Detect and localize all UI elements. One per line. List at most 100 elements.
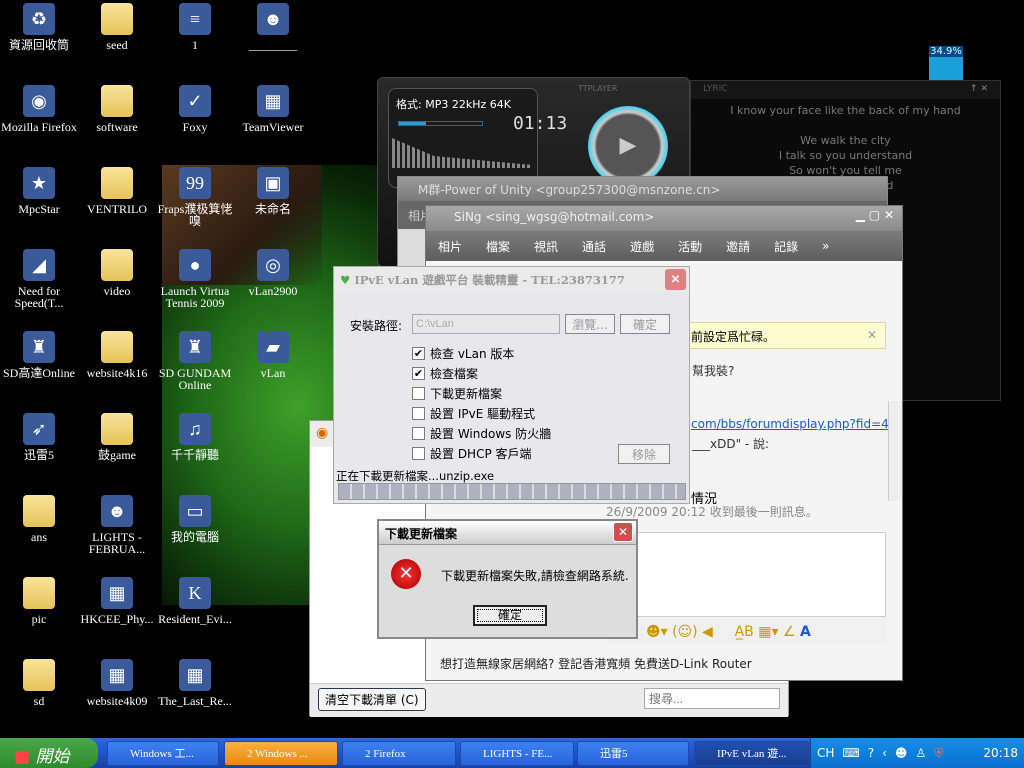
- checkbox-icon[interactable]: ✔: [412, 347, 425, 360]
- play-button[interactable]: ▶: [588, 106, 668, 186]
- checkbox-icon[interactable]: [412, 407, 425, 420]
- taskbar-item[interactable]: 2 Firefox: [342, 741, 456, 766]
- taskbar-item[interactable]: 2 Windows ...: [224, 741, 338, 766]
- desktop-icon[interactable]: ▦HKCEE_Phy...: [78, 577, 156, 625]
- status-text: 正在下載更新檔案...unzip.exe: [336, 468, 494, 484]
- checkbox-icon[interactable]: ✔: [412, 367, 425, 380]
- language-indicator[interactable]: CH: [817, 746, 834, 760]
- desktop-icon[interactable]: ▦website4k09: [78, 659, 156, 707]
- desktop-icon[interactable]: ▦TeamViewer: [234, 85, 312, 133]
- option-checkbox[interactable]: ✔檢查 vLan 版本: [412, 343, 551, 363]
- taskbar-item[interactable]: LIGHTS - FE...: [460, 741, 574, 766]
- folder-icon: [23, 577, 55, 609]
- option-checkbox[interactable]: ✔檢查檔案: [412, 363, 551, 383]
- desktop-icon[interactable]: ◢Need for Speed(T...: [0, 249, 78, 309]
- install-path-input[interactable]: [412, 314, 560, 334]
- remove-button[interactable]: 移除: [618, 444, 670, 464]
- toolbar-item[interactable]: »: [822, 239, 829, 253]
- message-input[interactable]: [606, 532, 886, 617]
- desktop-icon[interactable]: ▣未命名: [234, 167, 312, 215]
- desktop-icon[interactable]: ▰vLan: [234, 331, 312, 379]
- clear-downloads-button[interactable]: 清空下載清單 (C): [318, 688, 426, 711]
- option-checkbox[interactable]: 下載更新檔案: [412, 383, 551, 403]
- tray-expand-icon[interactable]: ‹: [882, 746, 887, 760]
- option-checkbox[interactable]: 設置 IPvE 驅動程式: [412, 403, 551, 423]
- browse-button[interactable]: 瀏覽...: [565, 314, 615, 334]
- path-label: 安裝路徑:: [350, 317, 402, 334]
- close-icon[interactable]: ✕: [867, 328, 877, 342]
- lyric-line: [691, 118, 1000, 133]
- toolbar-item[interactable]: 視訊: [534, 238, 558, 255]
- toolbar-item[interactable]: 檔案: [486, 238, 510, 255]
- format-toolbar[interactable]: ☻▾ (☺) ◀ ㅤ A̲B ▦▾ ∠ A: [606, 618, 886, 644]
- desktop-icon[interactable]: KResident_Evi...: [156, 577, 234, 625]
- desktop-icon[interactable]: ★MpcStar: [0, 167, 78, 215]
- checkbox-icon[interactable]: [412, 387, 425, 400]
- network-icon[interactable]: ♙: [915, 746, 926, 760]
- desktop-icon[interactable]: video: [78, 249, 156, 297]
- toolbar-item[interactable]: 相片: [438, 238, 462, 255]
- keyboard-icon[interactable]: ⌨: [842, 746, 859, 760]
- help-icon[interactable]: ?: [868, 746, 874, 760]
- lyric-line: I know your face like the back of my han…: [691, 103, 1000, 118]
- desktop-icon[interactable]: VENTRILO: [78, 167, 156, 215]
- option-checkbox[interactable]: 設置 DHCP 客戶端: [412, 443, 551, 463]
- toolbar-item[interactable]: 通話: [582, 238, 606, 255]
- security-icon[interactable]: ⛨: [934, 746, 943, 760]
- desktop-icon[interactable]: ♫千千靜聽: [156, 413, 234, 461]
- desktop-icon[interactable]: ◎vLan2900: [234, 249, 312, 297]
- installer-dialog[interactable]: ♥ IPvE vLan 遊戲平台 裝載精靈 - TEL:23873177 ✕ 安…: [333, 266, 690, 504]
- start-button[interactable]: ■ 開始: [0, 738, 98, 768]
- desktop-icon[interactable]: ♻資源回收筒: [0, 3, 78, 51]
- desktop-icon[interactable]: ans: [0, 495, 78, 543]
- ttplayer-tray-icon[interactable]: ☻: [895, 746, 908, 760]
- icon-label: 鼓game: [78, 449, 156, 461]
- checkbox-icon[interactable]: [412, 427, 425, 440]
- window-controls[interactable]: ▁ ▢ ✕: [856, 208, 894, 222]
- desktop-icon[interactable]: ✓Foxy: [156, 85, 234, 133]
- confirm-button[interactable]: 確定: [620, 314, 670, 334]
- desktop-icon[interactable]: ☻________: [234, 3, 312, 51]
- desktop-icon[interactable]: ♜SD高達Online: [0, 331, 78, 379]
- play-progress[interactable]: [399, 122, 426, 125]
- desktop-icon[interactable]: 鼓game: [78, 413, 156, 461]
- close-button[interactable]: ✕: [665, 269, 686, 290]
- chat-link[interactable]: com/bbs/forumdisplay.php?fid=4: [691, 417, 889, 431]
- error-dialog[interactable]: 下載更新檔案 ✕ ✕ 下載更新檔案失敗,請檢查網路系統. 確定: [377, 519, 638, 639]
- taskbar-item[interactable]: IPvE vLan 遊...: [694, 741, 810, 766]
- desktop-icon[interactable]: sd: [0, 659, 78, 707]
- desktop-icon[interactable]: software: [78, 85, 156, 133]
- desktop-icon[interactable]: ➶迅雷5: [0, 413, 78, 461]
- taskbar-item[interactable]: 迅雷5: [577, 741, 689, 766]
- desktop-icon[interactable]: pic: [0, 577, 78, 625]
- toolbar-item[interactable]: 遊戲: [630, 238, 654, 255]
- chat-scrollbar[interactable]: [888, 401, 902, 501]
- cpu-widget[interactable]: 34.9%: [929, 46, 963, 80]
- icon-label: website4k16: [78, 367, 156, 379]
- ok-button[interactable]: 確定: [473, 605, 547, 626]
- icon-label: 1: [156, 39, 234, 51]
- checkbox-icon[interactable]: [412, 447, 425, 460]
- toolbar-item[interactable]: 活動: [678, 238, 702, 255]
- desktop-icon[interactable]: ▭我的電腦: [156, 495, 234, 543]
- desktop-icon[interactable]: website4k16: [78, 331, 156, 379]
- lyric-controls[interactable]: ↑ ✕: [970, 84, 988, 96]
- desktop-icon[interactable]: seed: [78, 3, 156, 51]
- taskbar-item[interactable]: Windows 工...: [107, 741, 219, 766]
- ad-banner[interactable]: 想打造無線家居網絡? 登記香港寬頻 免費送D-Link Router: [440, 655, 752, 672]
- toolbar-item[interactable]: 記錄: [774, 238, 798, 255]
- desktop-icon[interactable]: ▦The_Last_Re...: [156, 659, 234, 707]
- desktop-icon[interactable]: ♜SD GUNDAM Online: [156, 331, 234, 391]
- option-checkbox[interactable]: 設置 Windows 防火牆: [412, 423, 551, 443]
- desktop-icon[interactable]: 99Fraps濮极箕恅 嗅: [156, 167, 234, 227]
- app-icon: ◎: [257, 249, 289, 281]
- desktop-icon[interactable]: ●Launch Virtua Tennis 2009: [156, 249, 234, 309]
- desktop-icon[interactable]: ◉Mozilla Firefox: [0, 85, 78, 133]
- search-input[interactable]: [644, 688, 780, 709]
- toolbar-item[interactable]: 邀請: [726, 238, 750, 255]
- desktop-icon[interactable]: ☻LIGHTS - FEBRUA...: [78, 495, 156, 555]
- close-button[interactable]: ✕: [613, 522, 633, 542]
- window-title: SiNg <sing_wgsg@hotmail.com>: [454, 210, 654, 224]
- desktop-icon[interactable]: ≡1: [156, 3, 234, 51]
- system-tray: CH ⌨? ‹☻ ♙⛨ 20:18: [810, 738, 1024, 768]
